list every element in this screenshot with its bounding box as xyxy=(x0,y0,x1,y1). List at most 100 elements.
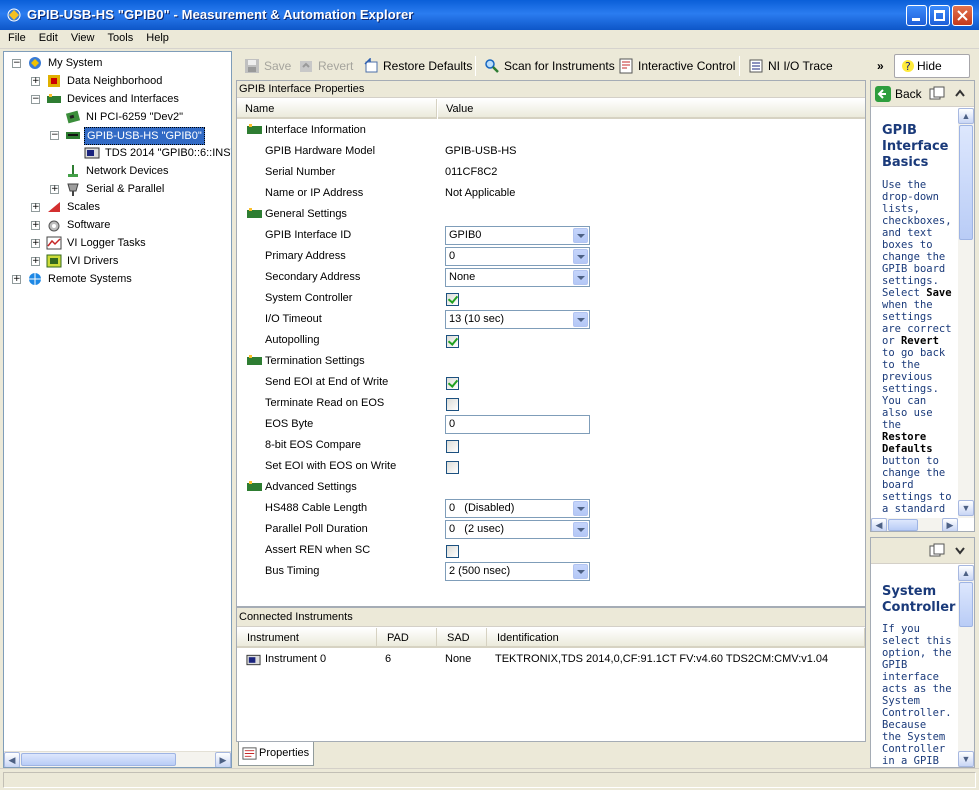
scroll-up-button[interactable]: ▲ xyxy=(958,108,974,124)
help-toolbar xyxy=(871,538,974,564)
collapse-icon[interactable]: − xyxy=(31,95,40,104)
scan-for-instruments-button[interactable]: Scan for Instruments xyxy=(484,56,615,76)
group-icon xyxy=(247,208,262,218)
menu-help[interactable]: Help xyxy=(141,30,174,46)
property-row: Secondary Address None xyxy=(237,267,865,288)
ivi-drivers-icon xyxy=(46,254,62,268)
collapse-icon[interactable]: − xyxy=(50,131,59,140)
ni-io-trace-button[interactable]: NI I/O Trace xyxy=(748,56,840,76)
scroll-down-button[interactable]: ▼ xyxy=(958,751,974,767)
toolbar-overflow-chevron[interactable]: » xyxy=(877,56,887,76)
hide-help-button[interactable]: ? Hide Help xyxy=(894,54,970,95)
scroll-thumb[interactable] xyxy=(959,125,973,240)
help-window-icon[interactable] xyxy=(929,543,945,559)
expand-icon[interactable]: + xyxy=(12,275,21,284)
group-interface-information: Interface Information xyxy=(237,120,865,141)
scroll-right-button[interactable]: ▶ xyxy=(215,752,231,767)
save-button[interactable]: Save xyxy=(244,56,298,76)
menu-tools[interactable]: Tools xyxy=(103,30,139,46)
column-header-identification[interactable]: Identification xyxy=(487,628,865,648)
help-question-icon: ? xyxy=(902,60,914,73)
back-arrow-icon xyxy=(875,86,891,102)
help-vertical-scrollbar[interactable]: ▲ ▼ xyxy=(958,108,974,518)
system-controller-checkbox[interactable] xyxy=(446,293,459,306)
close-button[interactable] xyxy=(952,5,973,26)
serial-port-icon xyxy=(67,183,79,196)
expand-icon[interactable]: + xyxy=(31,221,40,230)
pane-splitter[interactable] xyxy=(232,49,235,768)
menu-file[interactable]: File xyxy=(3,30,31,46)
collapse-icon[interactable]: − xyxy=(12,59,21,68)
chevron-down-icon[interactable] xyxy=(573,249,588,264)
column-header-name[interactable]: Name xyxy=(237,99,437,119)
expand-icon[interactable]: + xyxy=(31,239,40,248)
revert-button[interactable]: Revert xyxy=(298,56,358,76)
8bit-eos-compare-checkbox[interactable] xyxy=(446,440,459,453)
secondary-address-dropdown[interactable]: None xyxy=(445,268,590,287)
parallel-poll-duration-dropdown[interactable]: 0 (2 usec) xyxy=(445,520,590,539)
property-row: 8-bit EOS Compare xyxy=(237,435,865,456)
interactive-control-button[interactable]: Interactive Control xyxy=(618,56,735,76)
hs488-cable-length-dropdown[interactable]: 0 (Disabled) xyxy=(445,499,590,518)
scroll-thumb[interactable] xyxy=(21,753,176,766)
send-eoi-checkbox[interactable] xyxy=(446,377,459,390)
property-row: EOS Byte 0 xyxy=(237,414,865,435)
chevron-down-icon[interactable] xyxy=(955,547,965,555)
io-timeout-dropdown[interactable]: 13 (10 sec) xyxy=(445,310,590,329)
minimize-button[interactable] xyxy=(906,5,927,26)
chevron-up-icon[interactable] xyxy=(955,89,965,97)
help-window-icon[interactable] xyxy=(929,86,945,102)
expand-icon[interactable]: + xyxy=(50,185,59,194)
assert-ren-checkbox[interactable] xyxy=(446,545,459,558)
tab-properties[interactable]: Properties xyxy=(238,742,314,766)
help-text-line: a standard xyxy=(882,503,946,515)
tree-horizontal-scrollbar[interactable]: ◀ ▶ xyxy=(4,751,231,767)
group-icon xyxy=(247,355,262,365)
terminate-read-on-eos-checkbox[interactable] xyxy=(446,398,459,411)
help-text-line: acts as the xyxy=(882,683,952,695)
autopolling-checkbox[interactable] xyxy=(446,335,459,348)
help-horizontal-scrollbar[interactable]: ◀ ▶ xyxy=(871,518,958,531)
help-vertical-scrollbar[interactable]: ▲ ▼ xyxy=(958,565,974,767)
help-text-line: settings to xyxy=(882,491,952,503)
scan-icon xyxy=(485,59,499,73)
help-back-button[interactable]: Back xyxy=(875,85,925,103)
column-header-sad[interactable]: SAD xyxy=(437,628,487,648)
gpib-interface-id-dropdown[interactable]: GPIB0 xyxy=(445,226,590,245)
scroll-down-button[interactable]: ▼ xyxy=(958,500,974,516)
chevron-down-icon[interactable] xyxy=(573,522,588,537)
connected-instruments-panel: Connected Instruments Instrument PAD SAD… xyxy=(236,607,866,742)
my-system-icon xyxy=(29,57,41,69)
help-text-line: select this xyxy=(882,635,952,647)
help-text-line: checkboxes, xyxy=(882,215,952,227)
scroll-left-button[interactable]: ◀ xyxy=(4,752,20,767)
primary-address-dropdown[interactable]: 0 xyxy=(445,247,590,266)
maximize-button[interactable] xyxy=(929,5,950,26)
property-row: Autopolling xyxy=(237,330,865,351)
scroll-thumb[interactable] xyxy=(888,519,918,531)
column-header-value[interactable]: Value xyxy=(438,99,865,119)
set-eoi-with-eos-checkbox[interactable] xyxy=(446,461,459,474)
chevron-down-icon[interactable] xyxy=(573,501,588,516)
chevron-down-icon[interactable] xyxy=(573,564,588,579)
chevron-down-icon[interactable] xyxy=(573,270,588,285)
eos-byte-input[interactable]: 0 xyxy=(445,415,590,434)
scroll-left-button[interactable]: ◀ xyxy=(871,518,887,531)
expand-icon[interactable]: + xyxy=(31,77,40,86)
scroll-thumb[interactable] xyxy=(959,582,973,627)
column-header-instrument[interactable]: Instrument xyxy=(237,628,377,648)
scroll-right-button[interactable]: ▶ xyxy=(942,518,958,531)
menu-edit[interactable]: Edit xyxy=(34,30,63,46)
chevron-down-icon[interactable] xyxy=(573,312,588,327)
column-header-pad[interactable]: PAD xyxy=(377,628,437,648)
expand-icon[interactable]: + xyxy=(31,203,40,212)
title-bar[interactable]: GPIB-USB-HS "GPIB0" - Measurement & Auto… xyxy=(0,0,979,30)
configuration-tree[interactable]: − My System + Data Neighborhood − Device… xyxy=(3,51,232,768)
scroll-up-button[interactable]: ▲ xyxy=(958,565,974,581)
menu-view[interactable]: View xyxy=(66,30,100,46)
help-pane-bottom: System Controller If you select this optio… xyxy=(870,537,975,768)
chevron-down-icon[interactable] xyxy=(573,228,588,243)
expand-icon[interactable]: + xyxy=(31,257,40,266)
restore-defaults-button[interactable]: Restore Defaults xyxy=(363,56,472,76)
bus-timing-dropdown[interactable]: 2 (500 nsec) xyxy=(445,562,590,581)
